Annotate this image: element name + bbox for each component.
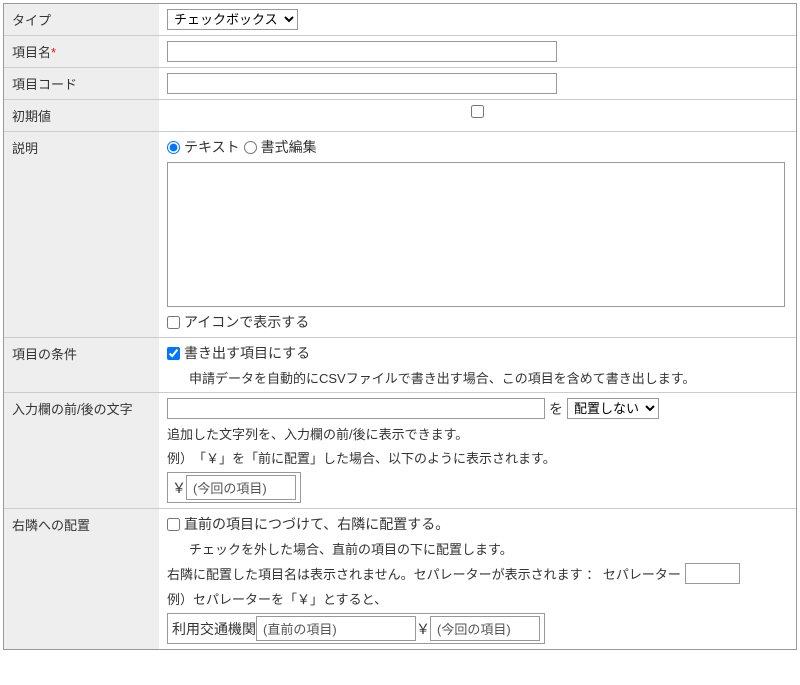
label-init-value: 初期値 xyxy=(4,100,159,131)
right-transport: 利用交通機関 xyxy=(172,619,256,639)
row-right-placement: 右隣への配置 直前の項目につづけて、右隣に配置する。 チェックを外した場合、直前… xyxy=(4,509,796,649)
row-conditions: 項目の条件 書き出す項目にする 申請データを自動的にCSVファイルで書き出す場合… xyxy=(4,338,796,393)
cond-export-text: 書き出す項目にする xyxy=(184,343,310,363)
right-this-item: (今回の項目) xyxy=(430,616,540,641)
row-item-code: 項目コード xyxy=(4,68,796,100)
right-checkbox[interactable] xyxy=(167,518,180,531)
before-after-input[interactable] xyxy=(167,398,545,419)
desc-radio-text-text: テキスト xyxy=(184,137,240,157)
ba-example: ￥ (今回の項目) xyxy=(167,472,301,503)
row-item-name: 項目名* xyxy=(4,36,796,68)
label-before-after: 入力欄の前/後の文字 xyxy=(4,393,159,508)
cond-export-checkbox[interactable] xyxy=(167,347,180,360)
desc-radio-format-text: 書式編集 xyxy=(261,137,317,157)
label-right-placement: 右隣への配置 xyxy=(4,509,159,649)
type-select[interactable]: チェックボックス xyxy=(167,9,298,30)
ba-yen: ￥ xyxy=(172,478,186,498)
right-yen: ￥ xyxy=(416,619,430,639)
label-item-code: 項目コード xyxy=(4,68,159,99)
ba-hint2: 例） 「￥」を「前に配置」した場合、以下のように表示されます。 xyxy=(167,448,788,467)
desc-radio-format[interactable] xyxy=(244,141,257,154)
right-check-label[interactable]: 直前の項目につづけて、右隣に配置する。 xyxy=(167,514,788,534)
form-container: タイプ チェックボックス 項目名* 項目コード 初期値 説明 xyxy=(3,3,797,650)
cond-export-label[interactable]: 書き出す項目にする xyxy=(167,343,788,363)
row-type: タイプ チェックボックス xyxy=(4,4,796,36)
init-value-checkbox[interactable] xyxy=(167,105,788,118)
desc-radio-format-label[interactable]: 書式編集 xyxy=(244,137,317,157)
right-hint2a: 右隣に配置した項目名は表示されません。セパレーターが表示されます ： セパレータ… xyxy=(167,564,681,583)
desc-radio-text[interactable] xyxy=(167,141,180,154)
label-conditions: 項目の条件 xyxy=(4,338,159,392)
right-prev-item: (直前の項目) xyxy=(256,616,416,641)
label-description: 説明 xyxy=(4,132,159,337)
separator-input[interactable] xyxy=(685,563,740,584)
right-example: 利用交通機関 (直前の項目) ￥ (今回の項目) xyxy=(167,613,545,644)
item-code-input[interactable] xyxy=(167,73,557,94)
ba-hint1: 追加した文字列を、入力欄の前/後に表示できます。 xyxy=(167,424,788,443)
before-after-select[interactable]: 配置しない xyxy=(567,398,659,419)
ba-this-item: (今回の項目) xyxy=(186,475,296,500)
desc-icon-checkbox[interactable] xyxy=(167,316,180,329)
cond-export-hint: 申請データを自動的にCSVファイルで書き出す場合、この項目を含めて書き出します。 xyxy=(167,368,788,387)
desc-icon-label[interactable]: アイコンで表示する xyxy=(167,312,788,332)
row-before-after: 入力欄の前/後の文字 を 配置しない 追加した文字列を、入力欄の前/後に表示でき… xyxy=(4,393,796,509)
label-type: タイプ xyxy=(4,4,159,35)
description-textarea[interactable] xyxy=(167,162,785,307)
before-after-wo: を xyxy=(549,399,563,419)
desc-icon-text: アイコンで表示する xyxy=(184,312,309,332)
right-hint1: チェックを外した場合、直前の項目の下に配置します。 xyxy=(167,539,788,558)
desc-radio-text-label[interactable]: テキスト xyxy=(167,137,240,157)
right-check-text: 直前の項目につづけて、右隣に配置する。 xyxy=(184,514,449,534)
row-init-value: 初期値 xyxy=(4,100,796,132)
row-description: 説明 テキスト 書式編集 アイコンで表示する xyxy=(4,132,796,338)
right-hint3: 例）セパレーターを「￥」とすると、 xyxy=(167,589,788,608)
item-name-input[interactable] xyxy=(167,41,557,62)
right-hint2: 右隣に配置した項目名は表示されません。セパレーターが表示されます ： セパレータ… xyxy=(167,563,788,584)
label-item-name: 項目名* xyxy=(4,36,159,67)
